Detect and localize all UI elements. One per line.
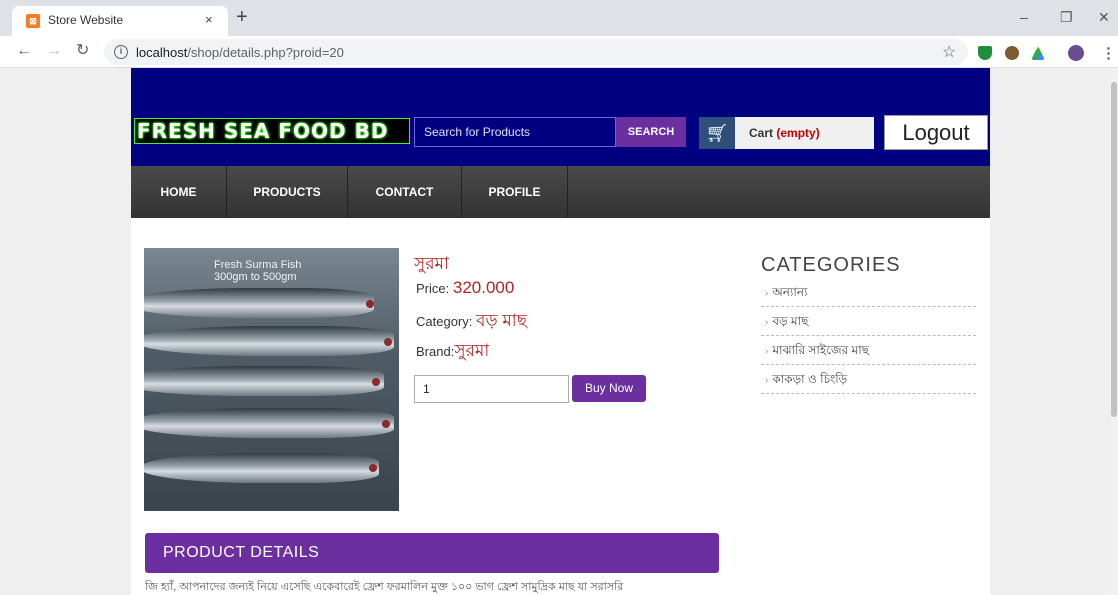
cart-label: Cart xyxy=(749,126,774,140)
category-item-label: কাকড়া ও চিংড়ি xyxy=(772,372,848,386)
chevron-right-icon: › xyxy=(765,346,769,357)
fish-shape xyxy=(144,326,394,356)
fish-eye xyxy=(384,338,392,346)
browser-tab[interactable]: ⊠ Store Website × xyxy=(12,6,228,36)
fish-shape xyxy=(144,288,374,318)
site-logo[interactable]: FRESH SEA FOOD BD xyxy=(134,118,410,144)
nav-contact[interactable]: CONTACT xyxy=(348,166,462,218)
category-item[interactable]: › অন্যান্য xyxy=(761,278,976,307)
profile-avatar-icon[interactable] xyxy=(1068,45,1084,61)
site-container: FRESH SEA FOOD BD Search for Products SE… xyxy=(131,68,990,595)
cart-summary[interactable]: Cart (empty) xyxy=(735,117,874,149)
main-nav: HOME PRODUCTS CONTACT PROFILE xyxy=(131,166,990,218)
product-details-text: জি হ্যাঁ, আপনাদের জন্যই নিয়ে এসেছি একেব… xyxy=(145,581,624,593)
tab-close-icon[interactable]: × xyxy=(205,12,213,27)
extension-icon[interactable] xyxy=(1005,46,1019,60)
nav-profile[interactable]: PROFILE xyxy=(462,166,568,218)
category-item[interactable]: › কাকড়া ও চিংড়ি xyxy=(761,365,976,394)
fish-eye xyxy=(382,420,390,428)
browser-toolbar: ← → ↻ i localhost/shop/details.php?proid… xyxy=(0,36,1118,68)
xampp-favicon-icon: ⊠ xyxy=(26,14,40,28)
image-caption: Fresh Surma Fish 300gm to 500gm xyxy=(214,259,301,283)
chevron-right-icon: › xyxy=(765,375,769,386)
quantity-input[interactable]: 1 xyxy=(414,375,569,403)
drive-icon[interactable] xyxy=(1031,46,1045,60)
url-path: /shop/details.php?proid=20 xyxy=(187,45,344,60)
category-item-label: মাঝারি সাইজের মাছ xyxy=(772,343,869,357)
address-bar[interactable]: i localhost/shop/details.php?proid=20 ☆ xyxy=(104,39,968,65)
image-caption-line1: Fresh Surma Fish xyxy=(214,259,302,271)
search-input[interactable]: Search for Products xyxy=(414,117,616,147)
minimize-icon[interactable]: – xyxy=(1020,9,1028,25)
scroll-thumb[interactable] xyxy=(1111,82,1117,417)
url-text: localhost/shop/details.php?proid=20 xyxy=(136,45,344,60)
fish-eye xyxy=(372,378,380,386)
product-price: Price: 320.000 xyxy=(416,278,514,298)
price-label: Price: xyxy=(416,281,450,296)
browser-menu-icon[interactable]: ⋮ xyxy=(1101,44,1116,62)
product-name: সুরমা xyxy=(414,254,449,273)
nav-products[interactable]: PRODUCTS xyxy=(227,166,348,218)
page-scrollbar[interactable] xyxy=(1110,68,1118,595)
fish-shape xyxy=(144,453,379,483)
browser-tabbar: ⊠ Store Website × + – ❐ ✕ xyxy=(0,0,1118,36)
back-icon[interactable]: ← xyxy=(16,43,32,59)
logout-button[interactable]: Logout xyxy=(884,115,988,150)
brand-value: সুরমা xyxy=(454,341,490,360)
fish-shape xyxy=(144,408,394,438)
site-header: FRESH SEA FOOD BD Search for Products SE… xyxy=(131,68,990,166)
bookmark-star-icon[interactable]: ☆ xyxy=(942,42,956,62)
forward-icon[interactable]: → xyxy=(46,43,62,59)
product-category: Category: বড় মাছ xyxy=(416,308,527,336)
chevron-right-icon: › xyxy=(765,317,769,328)
product-image: Fresh Surma Fish 300gm to 500gm xyxy=(144,248,399,511)
product-details-heading: PRODUCT DETAILS xyxy=(145,533,719,573)
category-item-label: বড় মাছ xyxy=(772,314,809,328)
tab-title: Store Website xyxy=(48,13,124,27)
image-caption-line2: 300gm to 500gm xyxy=(214,271,297,283)
url-host: localhost xyxy=(136,45,188,60)
category-item[interactable]: › মাঝারি সাইজের মাছ xyxy=(761,336,976,365)
category-item-label: অন্যান্য xyxy=(772,285,808,299)
cart-icon[interactable]: 🛒︎ xyxy=(699,117,735,149)
category-item[interactable]: › বড় মাছ xyxy=(761,307,976,336)
buy-now-button[interactable]: Buy Now xyxy=(572,375,646,402)
brand-label: Brand: xyxy=(416,344,455,359)
fish-eye xyxy=(369,464,377,472)
chevron-right-icon: › xyxy=(765,288,769,299)
category-label: Category: xyxy=(416,314,473,329)
window-close-icon[interactable]: ✕ xyxy=(1098,9,1110,26)
categories-title: CATEGORIES xyxy=(761,254,901,276)
restore-icon[interactable]: ❐ xyxy=(1060,9,1073,26)
shield-extension-icon[interactable] xyxy=(978,46,992,60)
page-viewport: FRESH SEA FOOD BD Search for Products SE… xyxy=(0,68,1110,595)
nav-home[interactable]: HOME xyxy=(131,166,227,218)
product-brand: Brand:সুরমা xyxy=(416,338,489,366)
new-tab-icon[interactable]: + xyxy=(236,7,248,27)
category-value: বড় মাছ xyxy=(476,311,527,330)
fish-shape xyxy=(144,366,384,396)
fish-eye xyxy=(366,300,374,308)
info-icon[interactable]: i xyxy=(114,45,128,59)
price-value: 320.000 xyxy=(452,278,515,297)
reload-icon[interactable]: ↻ xyxy=(76,43,89,59)
search-button[interactable]: SEARCH xyxy=(616,117,686,147)
cart-status: (empty) xyxy=(776,126,820,140)
